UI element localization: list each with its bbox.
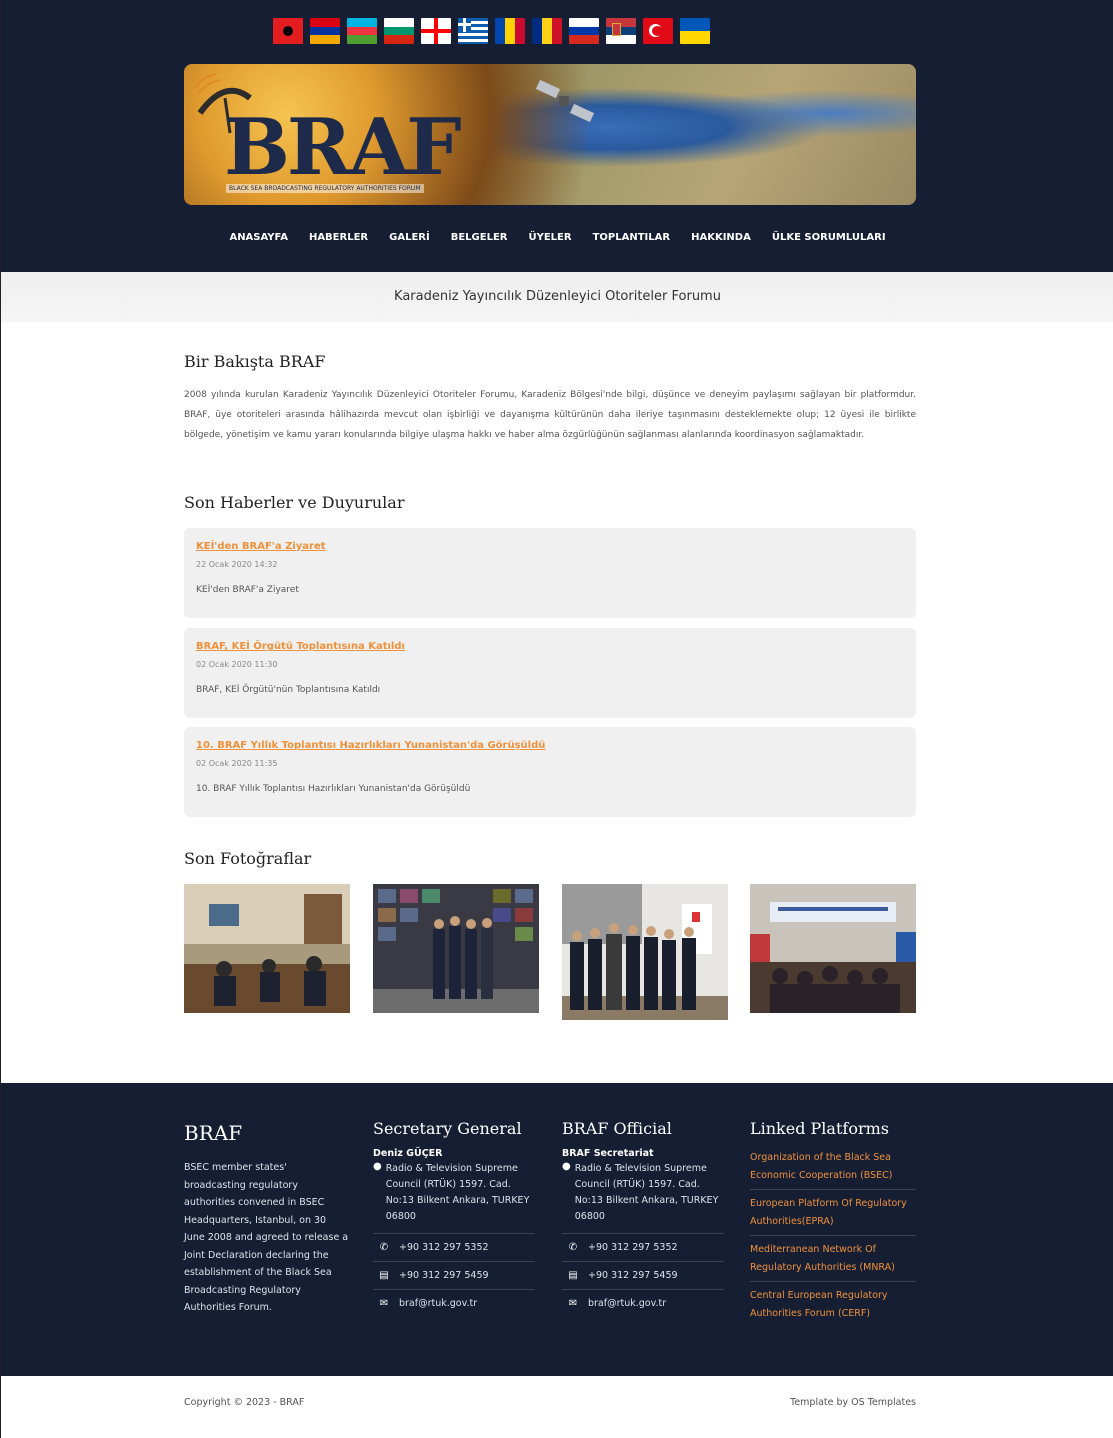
- braf-logo: BRAF: [224, 102, 462, 193]
- nav-hakkinda[interactable]: HAKKINDA: [691, 232, 751, 243]
- nav-belgeler[interactable]: BELGELER: [451, 232, 508, 243]
- romania-flag[interactable]: [532, 18, 562, 44]
- turkey-flag[interactable]: [643, 18, 673, 44]
- nav-ulke-sorumlulari[interactable]: ÜLKE SORUMLULARI: [772, 232, 886, 243]
- gallery-photo[interactable]: [184, 884, 350, 1013]
- news-title-link[interactable]: 10. BRAF Yıllık Toplantısı Hazırlıkları …: [196, 740, 545, 751]
- map-marker-icon: ●: [373, 1161, 382, 1172]
- link-epra[interactable]: European Platform Of Regulatory Authorit…: [750, 1190, 916, 1236]
- link-bsec[interactable]: Organization of the Black Sea Economic C…: [750, 1144, 916, 1190]
- news-summary: BRAF, KEİ Örgütü'nün Toplantısına Katıld…: [196, 685, 381, 695]
- gallery-photo[interactable]: [750, 884, 916, 1013]
- main-nav: ANASAYFA HABERLER GALERİ BELGELER ÜYELER…: [1, 232, 1113, 243]
- link-mnra[interactable]: Mediterranean Network Of Regulatory Auth…: [750, 1236, 916, 1282]
- envelope-icon: ✉: [379, 1298, 389, 1309]
- copyright-text: Copyright © 2023 - BRAF: [184, 1397, 305, 1408]
- phone-icon: ✆: [379, 1242, 389, 1253]
- bulgaria-flag[interactable]: [384, 18, 414, 44]
- about-heading: Bir Bakışta BRAF: [184, 352, 326, 371]
- footer-links-title: Linked Platforms: [750, 1119, 889, 1138]
- news-date: 02 Ocak 2020 11:35: [196, 759, 278, 768]
- fax-icon: ▤: [568, 1270, 578, 1281]
- news-title-link[interactable]: KEİ'den BRAF'a Ziyaret: [196, 541, 326, 552]
- footer-about: BRAF BSEC member states' broadcasting re…: [184, 1121, 349, 1317]
- map-marker-icon: ●: [562, 1161, 571, 1172]
- footer-sg-phone[interactable]: +90 312 297 5352: [399, 1242, 489, 1253]
- news-summary: KEİ'den BRAF'a Ziyaret: [196, 585, 299, 595]
- footer-official-phone[interactable]: +90 312 297 5352: [588, 1242, 678, 1253]
- armenia-flag[interactable]: [310, 18, 340, 44]
- greece-flag[interactable]: [458, 18, 488, 44]
- nav-galeri[interactable]: GALERİ: [389, 232, 430, 243]
- ukraine-flag[interactable]: [680, 18, 710, 44]
- site-header: BRAF BLACK SEA BROADCASTING REGULATORY A…: [1, 0, 1113, 272]
- georgia-flag[interactable]: [421, 18, 451, 44]
- news-date: 22 Ocak 2020 14:32: [196, 560, 278, 569]
- footer-sg-fax: +90 312 297 5459: [399, 1270, 489, 1281]
- footer-official-title: BRAF Official: [562, 1119, 672, 1138]
- news-summary: 10. BRAF Yıllık Toplantısı Hazırlıkları …: [196, 784, 471, 794]
- footer-official-fax: +90 312 297 5459: [588, 1270, 678, 1281]
- nav-toplantilar[interactable]: TOPLANTILAR: [593, 232, 671, 243]
- footer-sg-email[interactable]: braf@rtuk.gov.tr: [399, 1298, 477, 1309]
- copyright-bar: Copyright © 2023 - BRAF Template by OS T…: [1, 1376, 1113, 1438]
- footer-braf-official: BRAF Official BRAF Secretariat ● Radio &…: [562, 1119, 724, 1317]
- link-cerf[interactable]: Central European Regulatory Authorities …: [750, 1282, 916, 1327]
- footer-sg-address: Radio & Television Supreme Council (RTÜK…: [385, 1163, 530, 1222]
- news-heading: Son Haberler ve Duyurular: [184, 493, 405, 512]
- satellite-icon: [535, 79, 595, 123]
- braf-logo-subtitle: BLACK SEA BROADCASTING REGULATORY AUTHOR…: [226, 184, 424, 193]
- news-item: 10. BRAF Yıllık Toplantısı Hazırlıkları …: [184, 727, 916, 817]
- news-item: KEİ'den BRAF'a Ziyaret 22 Ocak 2020 14:3…: [184, 528, 916, 618]
- serbia-flag[interactable]: [606, 18, 636, 44]
- site-subtitle: Karadeniz Yayıncılık Düzenleyici Otorite…: [1, 272, 1113, 322]
- moldova-flag[interactable]: [495, 18, 525, 44]
- footer-sg-name: Deniz GÜÇER: [373, 1148, 443, 1159]
- gallery-photo[interactable]: [373, 884, 539, 1013]
- envelope-icon: ✉: [568, 1298, 578, 1309]
- russia-flag[interactable]: [569, 18, 599, 44]
- news-title-link[interactable]: BRAF, KEİ Örgütü Toplantısına Katıldı: [196, 641, 405, 652]
- footer-secretary-general: Secretary General Deniz GÜÇER ● Radio & …: [373, 1119, 535, 1317]
- footer-official-address: Radio & Television Supreme Council (RTÜK…: [574, 1163, 719, 1222]
- footer-about-title: BRAF: [184, 1121, 243, 1145]
- footer-official-email[interactable]: braf@rtuk.gov.tr: [588, 1298, 666, 1309]
- nav-haberler[interactable]: HABERLER: [309, 232, 368, 243]
- phone-icon: ✆: [568, 1242, 578, 1253]
- fax-icon: ▤: [379, 1270, 389, 1281]
- footer-official-name: BRAF Secretariat: [562, 1148, 654, 1159]
- footer-sg-title: Secretary General: [373, 1119, 522, 1138]
- site-footer: BRAF BSEC member states' broadcasting re…: [1, 1083, 1113, 1376]
- photos-heading: Son Fotoğraflar: [184, 849, 312, 868]
- footer-links-list: Organization of the Black Sea Economic C…: [750, 1144, 916, 1327]
- azerbaijan-flag[interactable]: [347, 18, 377, 44]
- template-credit[interactable]: Template by OS Templates: [790, 1397, 916, 1408]
- footer-linked-platforms: Linked Platforms Organization of the Bla…: [750, 1119, 916, 1327]
- nav-uyeler[interactable]: ÜYELER: [528, 232, 571, 243]
- language-flags: [273, 18, 710, 44]
- news-date: 02 Ocak 2020 11:30: [196, 660, 278, 669]
- footer-about-text: BSEC member states' broadcasting regulat…: [184, 1162, 349, 1313]
- gallery-photo[interactable]: [562, 884, 728, 1020]
- nav-anasayfa[interactable]: ANASAYFA: [229, 232, 288, 243]
- albania-flag[interactable]: [273, 18, 303, 44]
- about-text: 2008 yılında kurulan Karadeniz Yayıncılı…: [184, 390, 916, 440]
- braf-banner[interactable]: BRAF BLACK SEA BROADCASTING REGULATORY A…: [184, 64, 916, 205]
- news-item: BRAF, KEİ Örgütü Toplantısına Katıldı 02…: [184, 628, 916, 718]
